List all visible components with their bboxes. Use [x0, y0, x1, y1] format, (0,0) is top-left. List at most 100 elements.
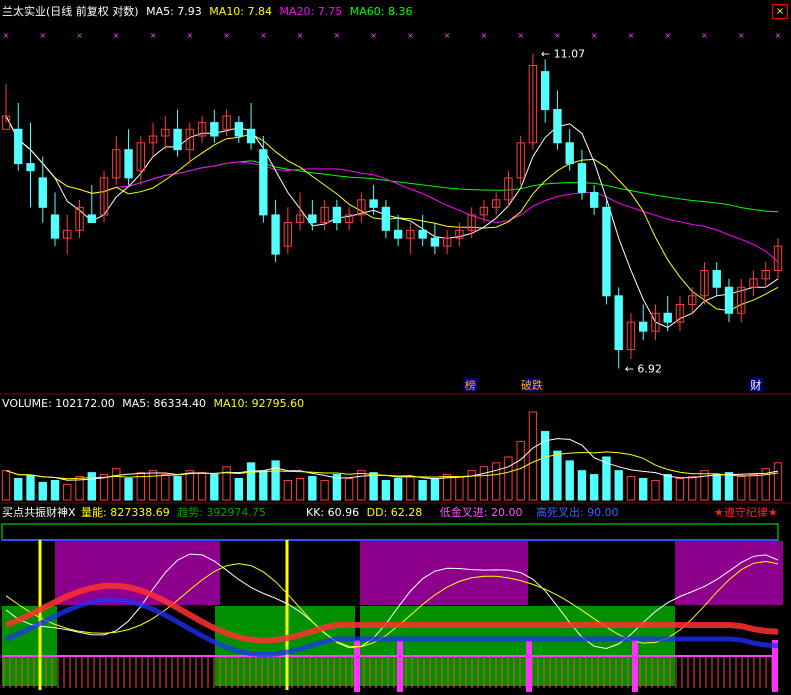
volume-bar [50, 479, 60, 501]
tag-label: 财 [750, 378, 761, 392]
top-marker: × [297, 31, 304, 40]
candle-body [724, 286, 734, 314]
candle-body [712, 269, 721, 288]
volume-bar [173, 476, 182, 501]
candle-body [381, 206, 391, 231]
vol-ma5-label: MA5: 86334.40 [122, 397, 206, 410]
volume-bar [246, 462, 256, 501]
top-marker: × [39, 31, 46, 40]
candle-body [418, 229, 427, 239]
volume-bar [614, 470, 623, 501]
volume-bar [381, 479, 391, 501]
volume-bar [430, 477, 440, 501]
ma60-label: MA60: 8.36 [349, 5, 413, 18]
volume-bar [38, 481, 47, 501]
top-marker: × [481, 31, 488, 40]
candle-body [614, 295, 623, 351]
gaosi-label: 高死叉出: 90.00 [535, 506, 619, 519]
liangneng-label: 量能: 827338.69 [81, 506, 170, 519]
top-marker: × [113, 31, 120, 40]
top-marker: × [444, 31, 451, 40]
volume-label: VOLUME: 102172.00 [2, 397, 115, 410]
volume-bar [393, 477, 403, 501]
volume-bar [540, 431, 550, 501]
top-marker: × [517, 31, 524, 40]
candle-body [38, 177, 47, 208]
candle-body [430, 237, 440, 247]
candle-body [602, 206, 611, 297]
top-marker: × [3, 31, 10, 40]
dijin-label: 低金叉进: 20.00 [439, 506, 523, 519]
stock-chart: × × × × × × × × × × × × × × × × × × × × × × ← 11.07 ← 6.92 榜 破跌 财 [0, 0, 791, 695]
top-marker: × [554, 31, 561, 40]
volume-bar [724, 472, 734, 501]
stock-title: 兰太实业(日线 前复权 对数) [2, 5, 139, 18]
kk-label: KK: 60.96 [306, 506, 360, 519]
signal-bar [526, 640, 532, 692]
candle [602, 199, 611, 305]
top-marker: × [738, 31, 745, 40]
top-marker: × [334, 31, 341, 40]
volume-bar [565, 460, 574, 501]
candle-body [271, 214, 280, 255]
qushi-label: 趋势: 392974.75 [177, 506, 266, 519]
candle-body [663, 312, 672, 323]
top-marker: × [775, 31, 782, 40]
candle-body [14, 128, 23, 165]
top-marker: × [701, 31, 708, 40]
candle-body [565, 142, 574, 165]
top-marker: × [664, 31, 671, 40]
candle-body [308, 214, 317, 224]
top-marker: × [150, 31, 157, 40]
volume-bar [369, 472, 378, 501]
top-marker: × [223, 31, 230, 40]
candle-body [259, 149, 268, 216]
signal-bar [397, 640, 403, 692]
indicator-header-2: KK: 60.96 DD: 62.28 低金叉进: 20.00 高死叉出: 90… [306, 506, 619, 519]
volume-bar [553, 450, 562, 501]
indicator-name: 买点共振财神X [2, 506, 76, 519]
volume-bar [271, 460, 280, 501]
top-marker: × [186, 31, 193, 40]
volume-bar [124, 477, 133, 501]
top-marker: × [628, 31, 635, 40]
zone-sell [55, 541, 220, 605]
ma10-label: MA10: 7.84 [209, 5, 273, 18]
volume-bar [308, 476, 317, 501]
candle-body [577, 163, 587, 193]
candle-body [369, 199, 378, 208]
candle-body [26, 163, 35, 172]
candle-body [553, 108, 562, 144]
candle-body [210, 122, 219, 137]
low-label: ← 6.92 [625, 363, 662, 376]
top-marker: × [370, 31, 377, 40]
dd-label: DD: 62.28 [366, 506, 423, 519]
volume-bar [590, 474, 599, 501]
signal-bar [632, 640, 638, 692]
volume-bar [418, 479, 427, 501]
volume-bar [26, 475, 35, 501]
signal-bar [354, 640, 360, 692]
volume-bar [577, 470, 587, 501]
candle-body [332, 206, 342, 224]
volume-bar [14, 477, 23, 501]
candle-body [639, 321, 648, 332]
indicator-header: 买点共振财神X 量能: 827338.69 趋势: 392974.75 [2, 506, 266, 519]
tag-label: 榜 [465, 378, 476, 392]
volume-bar [639, 477, 648, 501]
volume-bar [663, 474, 672, 501]
candle-body [393, 229, 403, 239]
zone-buy [360, 606, 528, 686]
zone-sell [675, 541, 783, 605]
high-label: ← 11.07 [541, 47, 585, 60]
volume-bar [259, 470, 268, 501]
top-marker: × [407, 31, 414, 40]
top-marker: × [591, 31, 598, 40]
candle-body [246, 128, 256, 144]
close-icon[interactable]: × [772, 4, 788, 19]
top-marker: × [76, 31, 83, 40]
ma5-label: MA5: 7.93 [146, 5, 202, 18]
zunshou-label: ★遵守纪律★ [714, 506, 778, 519]
volume-bar [210, 474, 219, 501]
vol-ma10-label: MA10: 92795.60 [213, 397, 305, 410]
